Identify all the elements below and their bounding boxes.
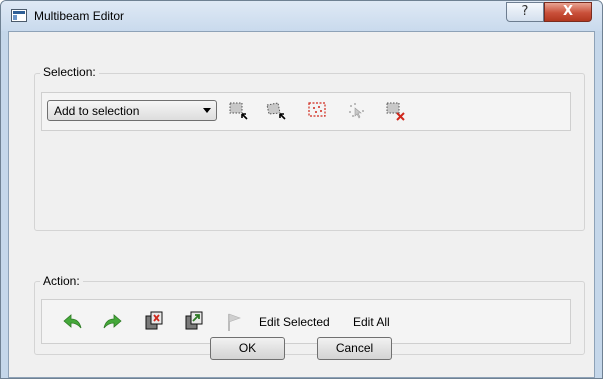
selection-mode-select[interactable]: Add to selection bbox=[47, 100, 217, 121]
selection-toolbar: Add to selection bbox=[41, 92, 571, 131]
redo-icon[interactable] bbox=[101, 311, 123, 333]
edit-selected-button[interactable]: Edit Selected bbox=[259, 315, 330, 329]
dialog-body: Selection: Add to selection Action: Edit… bbox=[8, 31, 595, 378]
app-icon bbox=[11, 9, 27, 22]
action-toolbar: Edit Selected Edit All bbox=[41, 299, 571, 344]
accept-icon[interactable] bbox=[183, 310, 205, 332]
select-all-icon[interactable] bbox=[306, 99, 328, 121]
edit-all-button[interactable]: Edit All bbox=[353, 315, 390, 329]
flag-icon[interactable] bbox=[224, 311, 246, 333]
window-title: Multibeam Editor bbox=[34, 9, 125, 23]
point-select-icon[interactable] bbox=[346, 100, 368, 122]
chevron-down-icon bbox=[203, 108, 211, 113]
close-button[interactable]: X bbox=[544, 2, 592, 22]
reject-icon[interactable] bbox=[143, 310, 165, 332]
help-button[interactable]: ? bbox=[506, 2, 544, 22]
polygon-select-icon[interactable] bbox=[265, 101, 287, 123]
ok-button[interactable]: OK bbox=[210, 337, 285, 360]
rectangle-select-icon[interactable] bbox=[228, 101, 250, 123]
clear-selection-icon[interactable] bbox=[385, 101, 407, 123]
selection-group-title: Selection: bbox=[40, 65, 99, 79]
dialog-window: Multibeam Editor ? X Selection: Add to s… bbox=[0, 0, 603, 379]
selection-mode-value: Add to selection bbox=[54, 104, 140, 118]
title-bar[interactable]: Multibeam Editor ? X bbox=[1, 1, 602, 31]
undo-icon[interactable] bbox=[62, 311, 84, 333]
cancel-button[interactable]: Cancel bbox=[317, 337, 392, 360]
action-group-title: Action: bbox=[40, 274, 83, 288]
